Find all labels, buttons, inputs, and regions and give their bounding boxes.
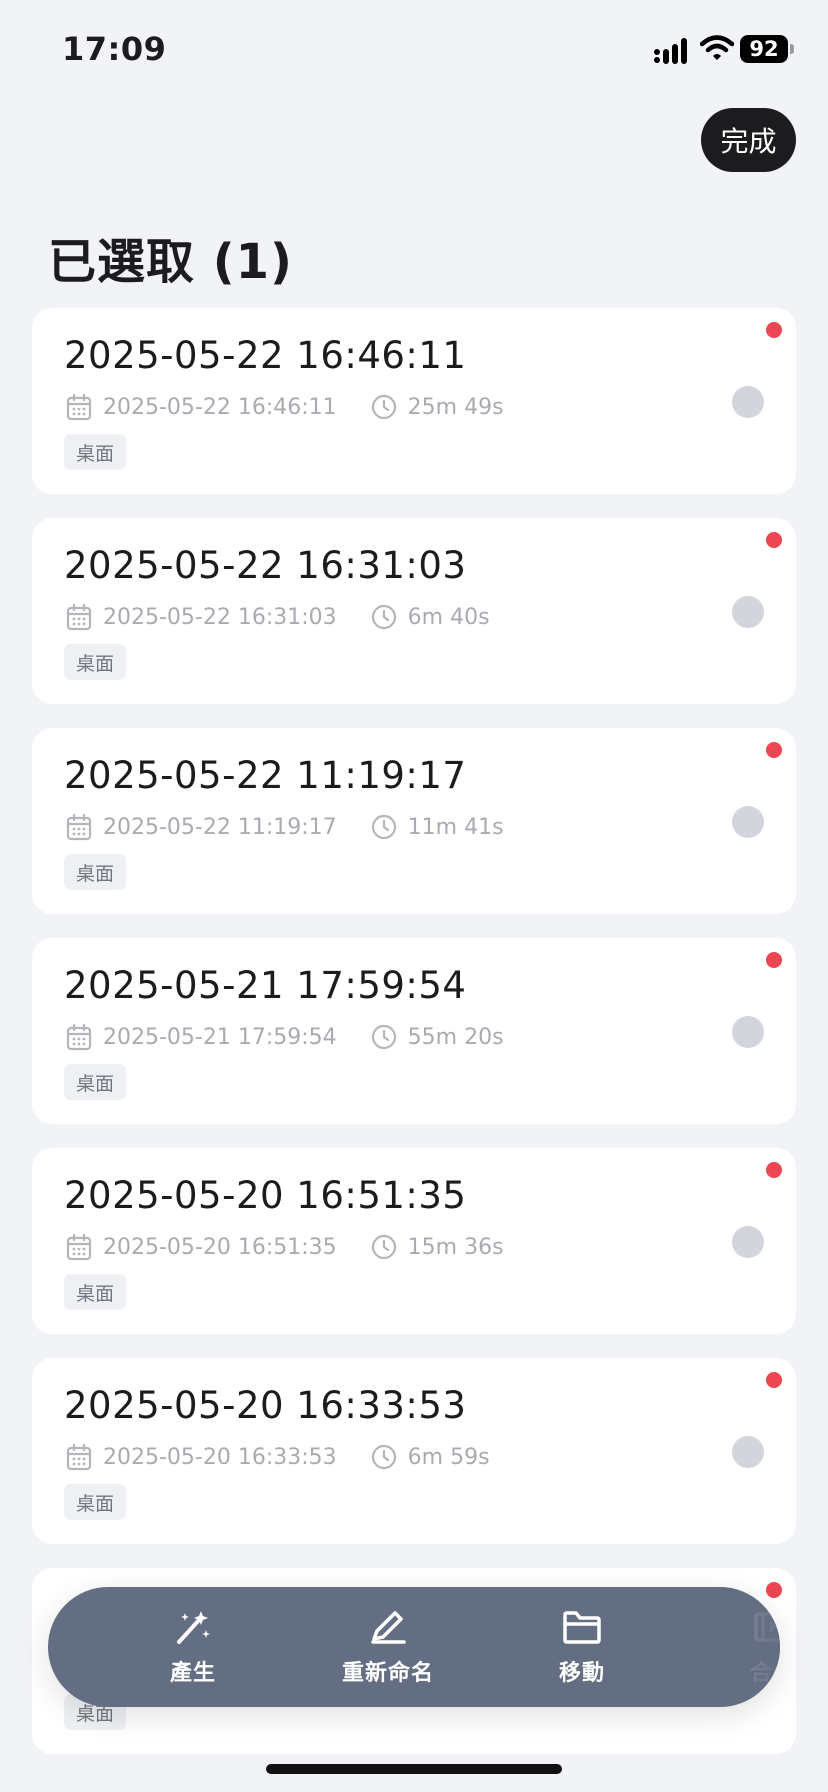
record-title: 2025-05-22 16:46:11 <box>64 334 467 377</box>
record-title: 2025-05-22 11:19:17 <box>64 754 467 797</box>
select-checkbox[interactable] <box>732 806 764 838</box>
calendar-icon <box>66 1233 92 1261</box>
record-date: 2025-05-21 17:59:54 <box>103 1024 337 1050</box>
screen: 17:09 92 完成 已選取 (1) 2025-05-22 16:46:11 2… <box>0 0 828 1792</box>
status-bar: 17:09 92 <box>0 0 828 100</box>
calendar-icon <box>66 813 92 841</box>
home-indicator <box>266 1764 562 1774</box>
select-checkbox[interactable] <box>732 1016 764 1048</box>
record-tag: 桌面 <box>64 644 127 680</box>
record-tag: 桌面 <box>64 854 127 890</box>
record-meta: 2025-05-22 16:46:11 25m 49s <box>66 392 504 422</box>
done-button[interactable]: 完成 <box>701 108 796 172</box>
record-date: 2025-05-22 16:31:03 <box>103 604 337 630</box>
unread-dot <box>766 1372 782 1388</box>
record-card[interactable]: 2025-05-20 16:51:35 2025-05-20 16:51:35 15… <box>32 1148 796 1334</box>
record-title: 2025-05-20 16:51:35 <box>64 1174 467 1217</box>
page-title: 已選取 (1) <box>48 234 293 290</box>
bottom-action-bar: 產生 重新命名 移動 合併 <box>48 1587 780 1707</box>
record-meta: 2025-05-20 16:33:53 6m 59s <box>66 1442 490 1472</box>
rename-label: 重新命名 <box>341 1661 434 1686</box>
record-list: 2025-05-22 16:46:11 2025-05-22 16:46:11 25… <box>32 308 796 1778</box>
record-duration: 11m 41s <box>407 814 504 840</box>
merge-label: 合併 <box>749 1661 780 1686</box>
rename-button[interactable]: 重新命名 <box>303 1587 473 1707</box>
calendar-icon <box>66 1023 92 1051</box>
clock-icon <box>371 1444 396 1470</box>
unread-dot <box>766 322 782 338</box>
merge-video-icon <box>754 1612 780 1642</box>
calendar-icon <box>66 393 92 421</box>
unread-dot <box>766 1162 782 1178</box>
record-tag: 桌面 <box>64 434 127 470</box>
record-duration: 6m 59s <box>407 1444 490 1470</box>
select-checkbox[interactable] <box>732 1436 764 1468</box>
record-tag: 桌面 <box>64 1274 127 1310</box>
record-meta: 2025-05-20 16:51:35 15m 36s <box>66 1232 504 1262</box>
record-duration: 6m 40s <box>407 604 490 630</box>
record-date: 2025-05-22 16:46:11 <box>103 394 337 420</box>
record-title: 2025-05-21 17:59:54 <box>64 964 467 1007</box>
clock-icon <box>371 604 396 630</box>
unread-dot <box>766 742 782 758</box>
wifi-icon <box>700 35 734 60</box>
move-label: 移動 <box>558 1661 605 1686</box>
battery-indicator: 92 <box>740 35 794 63</box>
record-title: 2025-05-20 16:33:53 <box>64 1384 467 1427</box>
status-time: 17:09 <box>62 30 167 68</box>
calendar-icon <box>66 603 92 631</box>
battery-tip <box>790 44 794 54</box>
record-card[interactable]: 2025-05-21 17:59:54 2025-05-21 17:59:54 55… <box>32 938 796 1124</box>
generate-button[interactable]: 產生 <box>108 1587 278 1707</box>
record-date: 2025-05-20 16:33:53 <box>103 1444 337 1470</box>
record-date: 2025-05-20 16:51:35 <box>103 1234 337 1260</box>
record-duration: 55m 20s <box>407 1024 504 1050</box>
record-meta: 2025-05-22 16:31:03 6m 40s <box>66 602 490 632</box>
unread-dot <box>766 952 782 968</box>
unread-dot <box>766 532 782 548</box>
select-checkbox[interactable] <box>732 596 764 628</box>
magic-wand-icon <box>177 1611 210 1644</box>
generate-label: 產生 <box>169 1661 216 1686</box>
folder-icon <box>563 1611 601 1644</box>
record-meta: 2025-05-22 11:19:17 11m 41s <box>66 812 504 842</box>
select-checkbox[interactable] <box>732 386 764 418</box>
record-card[interactable]: 2025-05-22 16:31:03 2025-05-22 16:31:03 6m… <box>32 518 796 704</box>
record-card[interactable]: 2025-05-22 16:46:11 2025-05-22 16:46:11 25… <box>32 308 796 494</box>
record-title: 2025-05-22 16:31:03 <box>64 544 467 587</box>
record-meta: 2025-05-21 17:59:54 55m 20s <box>66 1022 504 1052</box>
record-card[interactable]: 2025-05-22 11:19:17 2025-05-22 11:19:17 11… <box>32 728 796 914</box>
clock-icon <box>371 1024 396 1050</box>
merge-button[interactable]: 合併 <box>688 1587 780 1707</box>
record-tag: 桌面 <box>64 1064 127 1100</box>
record-duration: 15m 36s <box>407 1234 504 1260</box>
move-button[interactable]: 移動 <box>497 1587 667 1707</box>
calendar-icon <box>66 1443 92 1471</box>
pen-icon <box>371 1611 406 1644</box>
clock-icon <box>371 1234 396 1260</box>
clock-icon <box>371 394 396 420</box>
record-tag: 桌面 <box>64 1484 127 1520</box>
clock-icon <box>371 814 396 840</box>
record-date: 2025-05-22 11:19:17 <box>103 814 337 840</box>
cellular-signal-icon <box>654 38 687 64</box>
battery-level: 92 <box>740 35 788 63</box>
select-checkbox[interactable] <box>732 1226 764 1258</box>
record-duration: 25m 49s <box>407 394 504 420</box>
record-card[interactable]: 2025-05-20 16:33:53 2025-05-20 16:33:53 6m… <box>32 1358 796 1544</box>
